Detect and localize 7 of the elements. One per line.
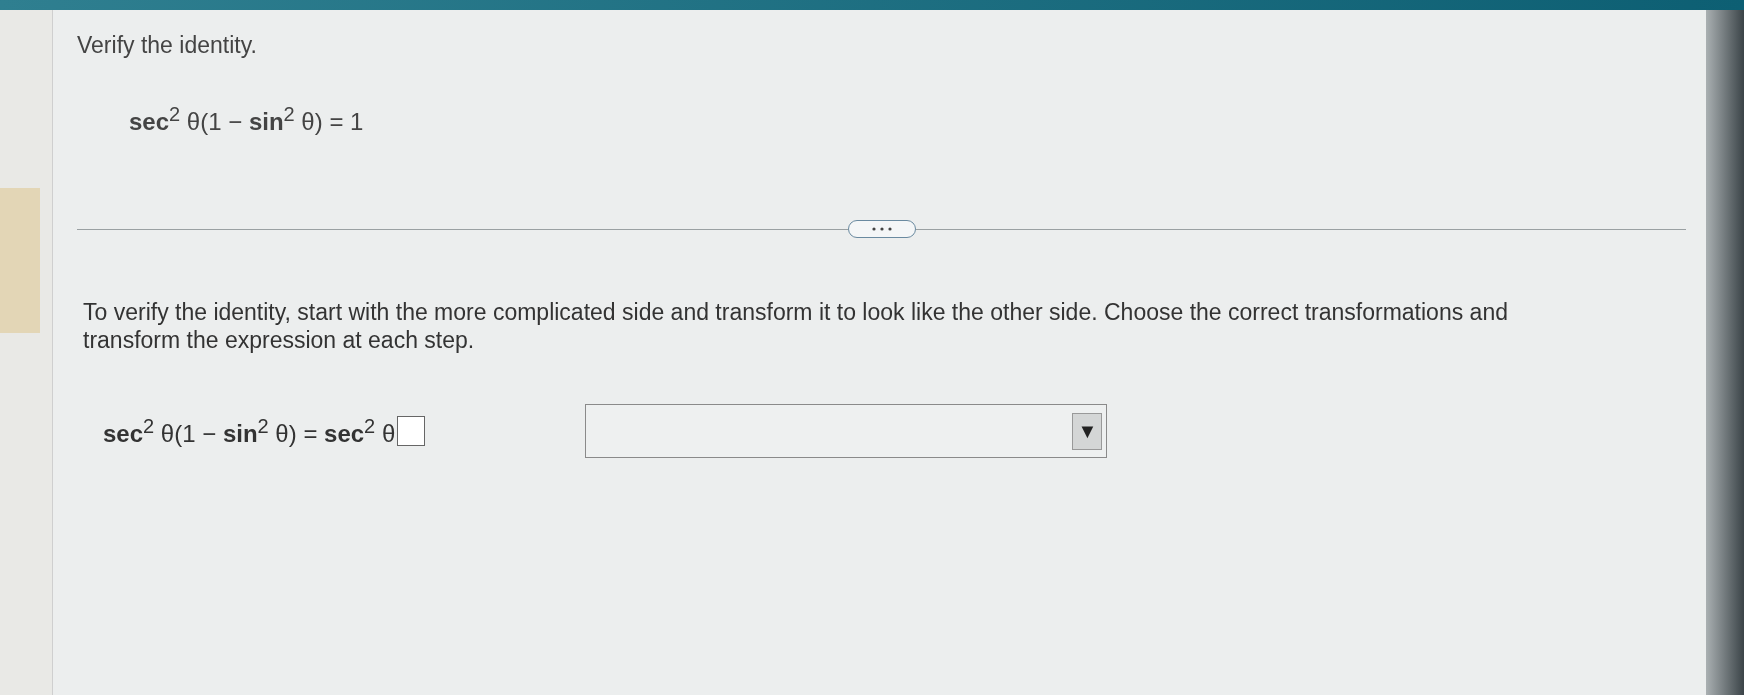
- transformation-dropdown[interactable]: ▼: [585, 404, 1108, 458]
- instructions-text: To verify the identity, start with the more complicated side and transform it to look like the other side. Choose the correct transformations and transform the expression at each step.: [83, 298, 1509, 354]
- step-equation: sec$^{2}$ θ(1 − sin$^{2}$ θ) = sec$^{2}$ θ: [103, 414, 396, 448]
- question-title: Verify the identity.: [77, 32, 258, 59]
- expand-button[interactable]: [847, 220, 916, 238]
- answer-box[interactable]: [397, 416, 426, 446]
- identity-equation: sec$^{2}$ θ(1 − sin$^{2}$ θ) = 1: [129, 103, 365, 136]
